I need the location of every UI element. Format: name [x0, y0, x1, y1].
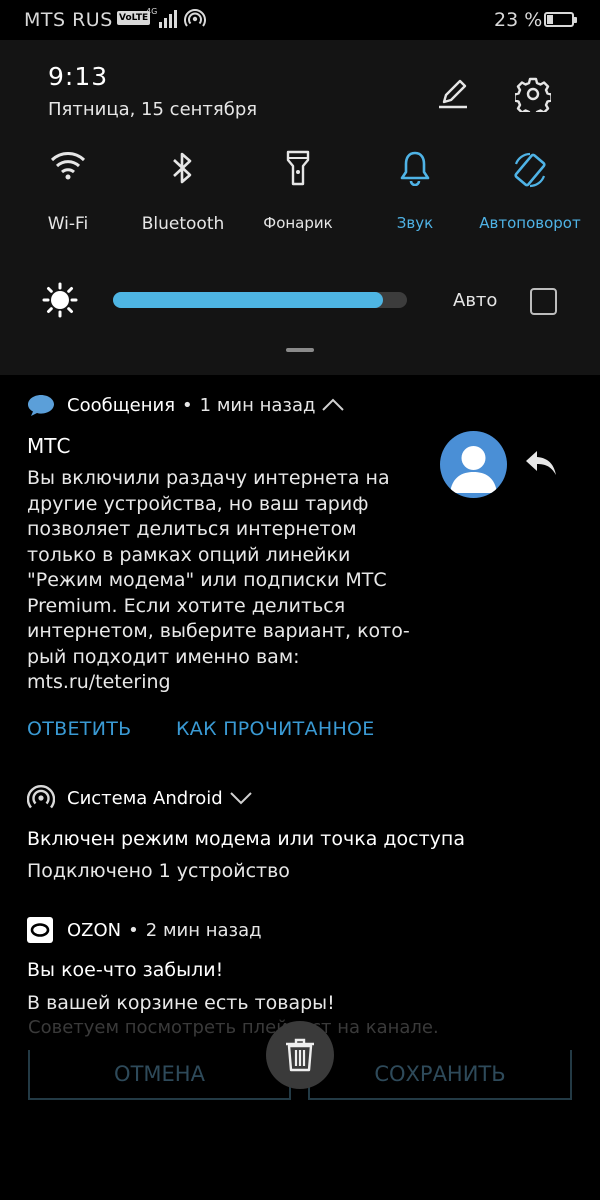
mark-read-button[interactable]: КАК ПРОЧИТАННОЕ [176, 718, 375, 740]
tile-label: Wi-Fi [47, 214, 89, 234]
cancel-button: ОТМЕНА [28, 1050, 291, 1100]
network-type: 4G [146, 7, 158, 16]
hotspot-icon [27, 785, 55, 809]
brightness-slider[interactable] [113, 292, 407, 308]
drag-handle[interactable] [286, 348, 314, 352]
bell-icon [400, 151, 430, 186]
notification-messages[interactable]: Сообщения • 1 мин назад МТС Вы включили … [12, 375, 587, 760]
save-button: СОХРАНИТЬ [308, 1050, 572, 1100]
auto-brightness-checkbox[interactable] [530, 288, 557, 315]
tile-label: Фонарик [263, 214, 333, 232]
reply-icon[interactable] [524, 449, 558, 477]
background-text: Советуем посмотреть плейлист на канале. [28, 1017, 439, 1038]
person-icon [450, 446, 497, 493]
notification-android-system[interactable]: Система Android Включен режим модема или… [12, 770, 587, 895]
clear-all-button[interactable] [266, 1021, 334, 1089]
reply-button[interactable]: ОТВЕТИТЬ [27, 718, 131, 740]
auto-brightness-label: Авто [453, 290, 498, 311]
notification-time: 2 мин назад [145, 919, 262, 941]
signal-icon [159, 10, 177, 28]
avatar [440, 431, 507, 498]
sender-name: МТС [27, 434, 71, 458]
status-bar: MTS RUS VoLTE 4G 23 % [0, 0, 600, 40]
notification-header: Сообщения • 1 мин назад [27, 393, 345, 417]
tile-label: Звук [396, 214, 434, 232]
chevron-up-icon[interactable] [321, 398, 345, 412]
bluetooth-icon [173, 152, 192, 184]
ozon-icon [27, 917, 53, 943]
date[interactable]: Пятница, 15 сентября [48, 99, 257, 120]
app-name: OZON [67, 919, 122, 941]
tile-sound[interactable]: Звук [355, 150, 475, 232]
quick-settings-panel: 9:13 Пятница, 15 сентября Wi-Fi Bluetoot… [0, 40, 600, 375]
message-icon [28, 395, 54, 416]
edit-icon[interactable] [436, 76, 470, 110]
tile-bluetooth[interactable]: Bluetooth [123, 150, 243, 234]
app-name: Система Android [67, 787, 223, 809]
tile-flashlight[interactable]: Фонарик [238, 150, 358, 232]
app-name: Сообщения [67, 394, 176, 416]
auto-rotate-icon [514, 152, 546, 188]
tile-label: Автоповорот [479, 214, 581, 232]
message-body: Вы включили раздачу интернета на другие … [27, 467, 410, 693]
notification-title: Включен режим модема или точка доступа [27, 828, 465, 850]
notification-title: Вы кое-что забыли! [27, 959, 224, 981]
notification-header: OZON • 2 мин назад [27, 917, 262, 943]
tile-wifi[interactable]: Wi-Fi [8, 150, 128, 234]
brightness-icon [42, 282, 78, 318]
notification-text: В вашей корзине есть товары! [27, 992, 335, 1014]
chevron-down-icon[interactable] [229, 791, 253, 805]
notification-time: 1 мин назад [199, 394, 316, 416]
wifi-icon [50, 152, 86, 180]
clock: 9:13 [48, 62, 109, 91]
notification-text: Подключено 1 устройство [27, 860, 290, 882]
trash-icon [286, 1038, 314, 1072]
battery-percent: 23 % [494, 9, 543, 31]
hotspot-icon [184, 9, 206, 27]
carrier-name: MTS RUS [24, 9, 113, 31]
tile-label: Bluetooth [141, 214, 225, 234]
notification-header: Система Android [27, 785, 253, 811]
tile-auto-rotate[interactable]: Автоповорот [470, 150, 590, 232]
battery-icon [544, 12, 577, 27]
flashlight-icon [286, 150, 310, 186]
notification-ozon[interactable]: OZON • 2 мин назад Вы кое-что забыли! В … [12, 903, 587, 1028]
gear-icon[interactable] [515, 76, 551, 112]
